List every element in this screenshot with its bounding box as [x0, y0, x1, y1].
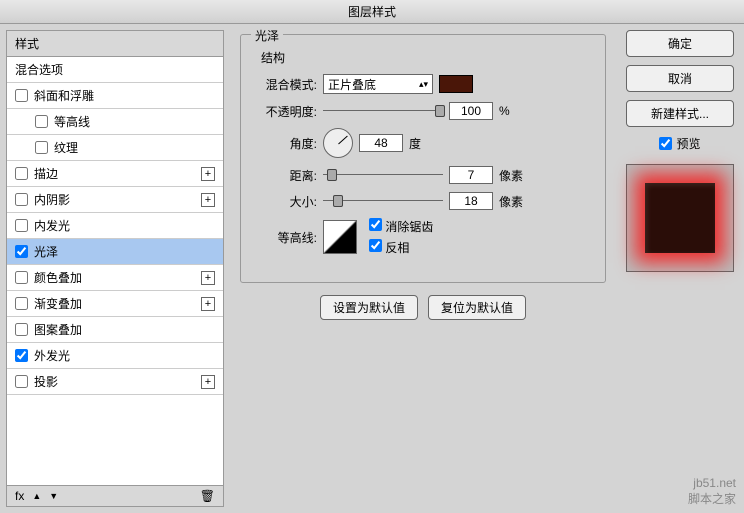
- styles-panel: 样式 混合选项 斜面和浮雕等高线纹理描边 + 内阴影 + 内发光光泽颜色叠加 + 渐变叠加 +…: [6, 30, 224, 507]
- make-default-button[interactable]: 设置为默认值: [320, 295, 418, 320]
- style-row-内阴影[interactable]: 内阴影 +: [7, 187, 223, 213]
- style-label: 投影: [34, 373, 58, 390]
- distance-row: 距离: 7 像素: [255, 166, 591, 184]
- style-row-颜色叠加[interactable]: 颜色叠加 +: [7, 265, 223, 291]
- style-label: 等高线: [54, 113, 90, 130]
- size-input[interactable]: 18: [449, 192, 493, 210]
- style-checkbox[interactable]: [15, 271, 28, 284]
- effect-settings: 光泽 结构 混合模式: 正片叠底 ▴▾ 不透明度: 100 % 角度: 48: [230, 30, 616, 507]
- reset-default-button[interactable]: 复位为默认值: [428, 295, 526, 320]
- opacity-unit: %: [499, 104, 529, 118]
- style-row-斜面和浮雕[interactable]: 斜面和浮雕: [7, 83, 223, 109]
- select-arrows-icon: ▴▾: [419, 80, 428, 88]
- group-title: 光泽: [251, 27, 283, 44]
- plus-icon[interactable]: +: [201, 193, 215, 207]
- right-panel: 确定 取消 新建样式... 预览: [622, 30, 738, 507]
- blend-mode-select[interactable]: 正片叠底 ▴▾: [323, 74, 433, 94]
- fx-label[interactable]: fx: [15, 489, 24, 503]
- style-row-内发光[interactable]: 内发光: [7, 213, 223, 239]
- blend-mode-label: 混合模式:: [255, 76, 317, 93]
- style-label: 纹理: [54, 139, 78, 156]
- satin-group: 光泽 结构 混合模式: 正片叠底 ▴▾ 不透明度: 100 % 角度: 48: [240, 34, 606, 283]
- style-row-外发光[interactable]: 外发光: [7, 343, 223, 369]
- style-checkbox[interactable]: [15, 323, 28, 336]
- style-label: 渐变叠加: [34, 295, 82, 312]
- window-titlebar: 图层样式: [0, 0, 744, 24]
- new-style-button[interactable]: 新建样式...: [626, 100, 734, 127]
- style-checkbox[interactable]: [15, 349, 28, 362]
- invert-checkbox[interactable]: 反相: [369, 239, 433, 256]
- blend-mode-row: 混合模式: 正片叠底 ▴▾: [255, 74, 591, 94]
- opacity-label: 不透明度:: [255, 103, 317, 120]
- style-row-渐变叠加[interactable]: 渐变叠加 +: [7, 291, 223, 317]
- angle-row: 角度: 48 度: [255, 128, 591, 158]
- opacity-input[interactable]: 100: [449, 102, 493, 120]
- style-checkbox[interactable]: [15, 89, 28, 102]
- style-label: 内发光: [34, 217, 70, 234]
- arrow-down-icon[interactable]: ▼: [49, 491, 58, 501]
- structure-heading: 结构: [261, 49, 591, 66]
- default-buttons: 设置为默认值 复位为默认值: [240, 295, 606, 320]
- style-list: 斜面和浮雕等高线纹理描边 + 内阴影 + 内发光光泽颜色叠加 + 渐变叠加 + 图案叠加外发光投…: [7, 83, 223, 395]
- style-checkbox[interactable]: [15, 375, 28, 388]
- ok-button[interactable]: 确定: [626, 30, 734, 57]
- opacity-row: 不透明度: 100 %: [255, 102, 591, 120]
- trash-icon[interactable]: 🗑: [200, 489, 215, 503]
- watermark: jb51.net 脚本之家: [688, 475, 736, 507]
- style-row-纹理[interactable]: 纹理: [7, 135, 223, 161]
- angle-unit: 度: [409, 135, 439, 152]
- style-checkbox[interactable]: [15, 297, 28, 310]
- style-label: 外发光: [34, 347, 70, 364]
- style-label: 颜色叠加: [34, 269, 82, 286]
- style-row-光泽[interactable]: 光泽: [7, 239, 223, 265]
- color-swatch[interactable]: [439, 75, 473, 93]
- antialias-checkbox[interactable]: 消除锯齿: [369, 218, 433, 235]
- arrow-up-icon[interactable]: ▲: [32, 491, 41, 501]
- size-unit: 像素: [499, 193, 529, 210]
- style-label: 描边: [34, 165, 58, 182]
- plus-icon[interactable]: +: [201, 297, 215, 311]
- style-label: 斜面和浮雕: [34, 87, 94, 104]
- style-row-图案叠加[interactable]: 图案叠加: [7, 317, 223, 343]
- preview-swatch: [645, 183, 715, 253]
- distance-label: 距离:: [255, 167, 317, 184]
- distance-unit: 像素: [499, 167, 529, 184]
- plus-icon[interactable]: +: [201, 167, 215, 181]
- angle-input[interactable]: 48: [359, 134, 403, 152]
- preview-checkbox[interactable]: 预览: [659, 135, 700, 152]
- style-checkbox[interactable]: [35, 141, 48, 154]
- style-label: 光泽: [34, 243, 58, 260]
- style-checkbox[interactable]: [15, 245, 28, 258]
- fx-footer: fx ▲ ▼ 🗑: [7, 485, 223, 506]
- style-row-描边[interactable]: 描边 +: [7, 161, 223, 187]
- distance-slider[interactable]: [323, 168, 443, 182]
- size-row: 大小: 18 像素: [255, 192, 591, 210]
- angle-label: 角度:: [255, 135, 317, 152]
- angle-dial[interactable]: [323, 128, 353, 158]
- plus-icon[interactable]: +: [201, 271, 215, 285]
- plus-icon[interactable]: +: [201, 375, 215, 389]
- main-layout: 样式 混合选项 斜面和浮雕等高线纹理描边+内阴影+内发光光泽颜色叠加+渐变叠加+…: [0, 24, 744, 513]
- opacity-slider[interactable]: [323, 104, 443, 118]
- style-label: 图案叠加: [34, 321, 82, 338]
- blend-options-row[interactable]: 混合选项: [7, 57, 223, 83]
- distance-input[interactable]: 7: [449, 166, 493, 184]
- style-checkbox[interactable]: [35, 115, 48, 128]
- styles-header: 样式: [7, 31, 223, 57]
- window-title: 图层样式: [348, 5, 396, 19]
- style-row-投影[interactable]: 投影 +: [7, 369, 223, 395]
- style-checkbox[interactable]: [15, 193, 28, 206]
- contour-picker[interactable]: [323, 220, 357, 254]
- contour-label: 等高线:: [255, 229, 317, 246]
- style-checkbox[interactable]: [15, 167, 28, 180]
- style-checkbox[interactable]: [15, 219, 28, 232]
- size-slider[interactable]: [323, 194, 443, 208]
- style-row-等高线[interactable]: 等高线: [7, 109, 223, 135]
- size-label: 大小:: [255, 193, 317, 210]
- preview-box: [626, 164, 734, 272]
- cancel-button[interactable]: 取消: [626, 65, 734, 92]
- contour-row: 等高线: 消除锯齿 反相: [255, 218, 591, 256]
- style-label: 内阴影: [34, 191, 70, 208]
